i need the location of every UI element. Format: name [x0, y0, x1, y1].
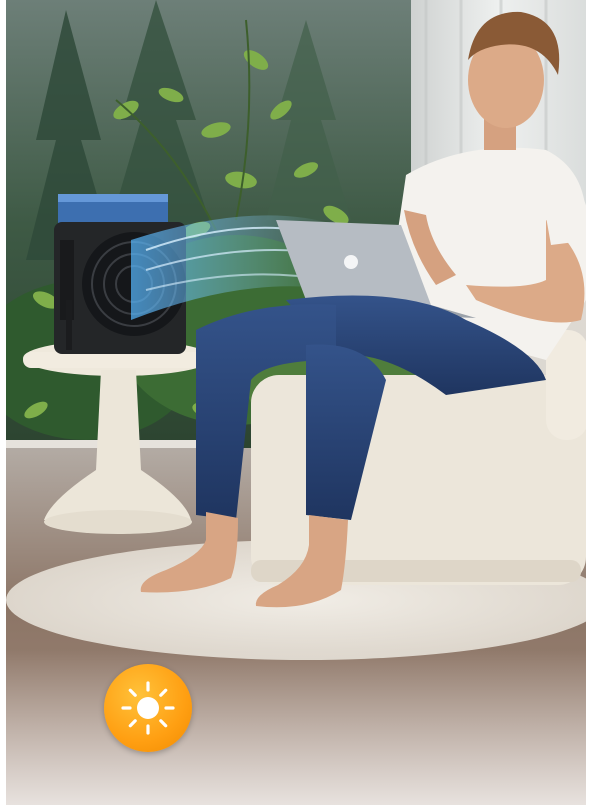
sun-icon — [121, 681, 175, 735]
lifestyle-scene — [6, 0, 586, 805]
sun-badge — [104, 664, 192, 752]
product-photo — [6, 0, 586, 805]
